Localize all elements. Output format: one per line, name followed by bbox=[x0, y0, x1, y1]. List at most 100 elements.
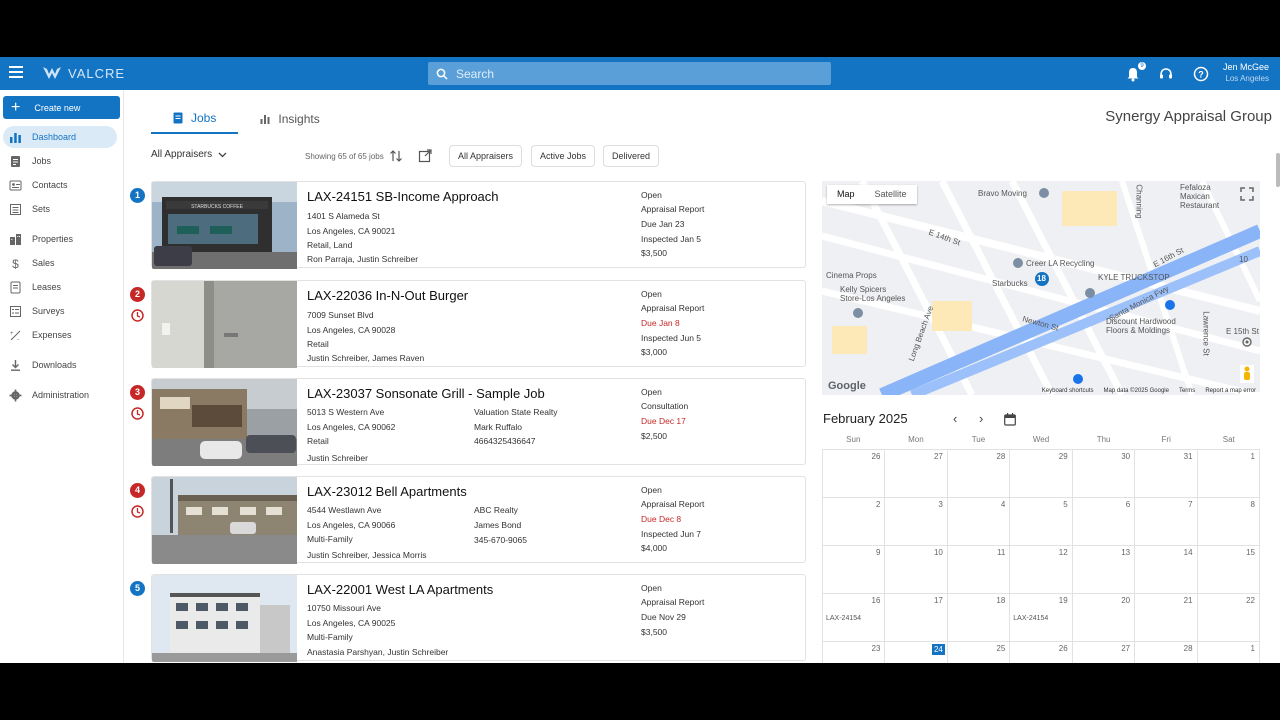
map-footer-link[interactable]: Keyboard shortcuts bbox=[1042, 388, 1094, 394]
sidebar-item-sales[interactable]: $ Sales bbox=[3, 252, 117, 274]
job-title[interactable]: LAX-24151 SB-Income Approach bbox=[307, 189, 499, 204]
calendar-day-cell[interactable]: 28 bbox=[947, 450, 1011, 498]
sidebar-item-administration[interactable]: Administration bbox=[3, 384, 117, 406]
sidebar-item-expenses[interactable]: + - Expenses bbox=[3, 324, 117, 346]
weekday-label: Thu bbox=[1096, 435, 1111, 444]
dollar-icon: $ bbox=[12, 257, 19, 270]
calendar-day-cell[interactable]: 26 bbox=[823, 450, 886, 498]
create-new-button[interactable]: + Create new bbox=[3, 96, 120, 119]
job-inspected-date: Inspected Jun 5 bbox=[641, 333, 702, 343]
support-button[interactable] bbox=[1158, 66, 1174, 82]
calendar-day-number: 13 bbox=[1121, 548, 1131, 557]
calendar-day-cell[interactable]: 13 bbox=[1072, 546, 1136, 594]
calendar-day-cell[interactable]: 31 bbox=[1135, 450, 1198, 498]
job-card[interactable]: LAX-23012 Bell Apartments 4544 Westlawn … bbox=[151, 476, 806, 564]
calendar-day-cell[interactable]: 2 bbox=[823, 498, 886, 546]
survey-icon bbox=[10, 305, 21, 317]
tab-insights[interactable]: Insights bbox=[238, 104, 341, 134]
calendar-day-cell[interactable]: 9 bbox=[823, 546, 886, 594]
calendar-day-cell[interactable]: 24 bbox=[885, 642, 948, 663]
job-address: 7009 Sunset Blvd bbox=[307, 310, 374, 320]
job-card[interactable]: LAX-22001 West LA Apartments 10750 Misso… bbox=[151, 574, 806, 662]
chevron-left-icon[interactable]: ‹ bbox=[953, 411, 957, 426]
calendar-day-cell[interactable]: 16 LAX-24154 bbox=[823, 594, 886, 642]
bar-chart-icon bbox=[260, 115, 270, 124]
calendar-day-cell[interactable]: 27LAX-25001 bbox=[1073, 642, 1136, 663]
sidebar-item-jobs[interactable]: Jobs bbox=[3, 150, 117, 172]
calendar-day-cell[interactable]: 22 bbox=[1197, 594, 1260, 642]
job-fee: $2,500 bbox=[641, 431, 667, 441]
page-scrollbar[interactable] bbox=[1276, 153, 1280, 187]
job-property-type: Retail bbox=[307, 436, 329, 446]
calendar-day-cell[interactable]: 27 bbox=[885, 450, 948, 498]
calendar-day-cell[interactable]: 15 bbox=[1197, 546, 1260, 594]
calendar-event[interactable]: LAX-24154 bbox=[826, 615, 861, 622]
open-external-button[interactable] bbox=[418, 149, 432, 163]
job-property-type: Retail bbox=[307, 339, 329, 349]
calendar-day-cell[interactable]: 23LAX-22036 bbox=[823, 642, 886, 663]
calendar-day-cell[interactable]: 25 bbox=[948, 642, 1011, 663]
chevron-right-icon[interactable]: › bbox=[979, 411, 983, 426]
calendar-day-cell[interactable]: 14 bbox=[1135, 546, 1198, 594]
job-card[interactable]: LAX-22036 In-N-Out Burger 7009 Sunset Bl… bbox=[151, 280, 806, 368]
search-icon bbox=[436, 68, 448, 80]
job-card[interactable]: LAX-23037 Sonsonate Grill - Sample Job 5… bbox=[151, 378, 806, 466]
calendar-day-cell[interactable]: 20 bbox=[1072, 594, 1136, 642]
sidebar-item-downloads[interactable]: Downloads bbox=[3, 354, 117, 376]
filter-chip-active-jobs[interactable]: Active Jobs bbox=[531, 145, 596, 167]
calendar-day-cell[interactable]: 4 bbox=[947, 498, 1011, 546]
appraiser-select[interactable]: All Appraisers bbox=[151, 149, 227, 160]
hamburger-menu-icon[interactable] bbox=[9, 66, 23, 80]
sort-button[interactable] bbox=[389, 149, 403, 163]
calendar-day-cell[interactable]: 3 bbox=[885, 498, 948, 546]
user-menu[interactable]: Jen McGee Los Angeles bbox=[1223, 62, 1269, 84]
notifications-button[interactable]: 9 bbox=[1126, 62, 1146, 82]
search-bar[interactable] bbox=[428, 62, 831, 85]
sidebar-item-contacts[interactable]: Contacts bbox=[3, 174, 117, 196]
calendar-day-cell[interactable]: 12 bbox=[1010, 546, 1073, 594]
tab-jobs[interactable]: Jobs bbox=[151, 104, 239, 134]
calendar-day-cell[interactable]: 10 bbox=[885, 546, 948, 594]
calendar-day-cell[interactable]: 17 bbox=[885, 594, 948, 642]
sidebar-item-dashboard[interactable]: Dashboard bbox=[3, 126, 117, 148]
map-tab-map[interactable]: Map bbox=[827, 185, 865, 204]
map-footer-link[interactable]: Terms bbox=[1179, 388, 1195, 394]
calendar-day-cell[interactable]: 19 LAX-24154 bbox=[1010, 594, 1073, 642]
pegman-icon[interactable] bbox=[1240, 365, 1254, 383]
calendar-day-cell[interactable]: 6 bbox=[1072, 498, 1136, 546]
calendar-day-cell[interactable]: 21 bbox=[1135, 594, 1198, 642]
brand-logo[interactable]: VALCRE bbox=[42, 65, 125, 81]
calendar-day-cell[interactable]: 30 bbox=[1072, 450, 1136, 498]
sidebar-item-properties[interactable]: Properties bbox=[3, 228, 117, 250]
job-title[interactable]: LAX-23012 Bell Apartments bbox=[307, 484, 467, 499]
job-title[interactable]: LAX-22036 In-N-Out Burger bbox=[307, 288, 468, 303]
calendar-event[interactable]: LAX-24154 bbox=[1013, 615, 1048, 622]
calendar-icon[interactable] bbox=[1004, 413, 1016, 426]
calendar-day-cell[interactable]: 1 bbox=[1198, 642, 1260, 663]
job-title[interactable]: LAX-23037 Sonsonate Grill - Sample Job bbox=[307, 386, 545, 401]
fullscreen-icon[interactable] bbox=[1240, 187, 1254, 201]
map-footer-link[interactable]: Report a map error bbox=[1205, 388, 1256, 394]
sidebar-item-surveys[interactable]: Surveys bbox=[3, 300, 117, 322]
calendar-day-cell[interactable]: 28 bbox=[1135, 642, 1198, 663]
sidebar-item-leases[interactable]: Leases bbox=[3, 276, 117, 298]
calendar-day-cell[interactable]: 1 bbox=[1197, 450, 1260, 498]
calendar-day-cell[interactable]: 18 bbox=[947, 594, 1011, 642]
calendar-day-cell[interactable]: 5 bbox=[1010, 498, 1073, 546]
filter-chip-delivered[interactable]: Delivered bbox=[603, 145, 660, 167]
calendar-day-cell[interactable]: 8 bbox=[1197, 498, 1260, 546]
location-target-icon[interactable] bbox=[1240, 335, 1254, 349]
search-input[interactable] bbox=[456, 66, 816, 81]
help-button[interactable]: ? bbox=[1193, 66, 1209, 82]
sidebar-item-sets[interactable]: Sets bbox=[3, 198, 117, 220]
calendar-day-cell[interactable]: 29 bbox=[1010, 450, 1073, 498]
map-marker-label: 18 bbox=[1037, 274, 1046, 283]
job-card[interactable]: STARBUCKS COFFEE LAX-24151 SB-Income App… bbox=[151, 181, 806, 269]
calendar-day-cell[interactable]: 26 bbox=[1010, 642, 1073, 663]
calendar-day-cell[interactable]: 11 bbox=[947, 546, 1011, 594]
jobs-map[interactable]: Map Satellite Bravo Moving Fefaloza Maxi… bbox=[822, 181, 1260, 395]
calendar-day-cell[interactable]: 7 bbox=[1135, 498, 1198, 546]
filter-chip-all-appraisers[interactable]: All Appraisers bbox=[449, 145, 523, 167]
map-tab-satellite[interactable]: Satellite bbox=[865, 185, 917, 204]
job-title[interactable]: LAX-22001 West LA Apartments bbox=[307, 582, 493, 597]
